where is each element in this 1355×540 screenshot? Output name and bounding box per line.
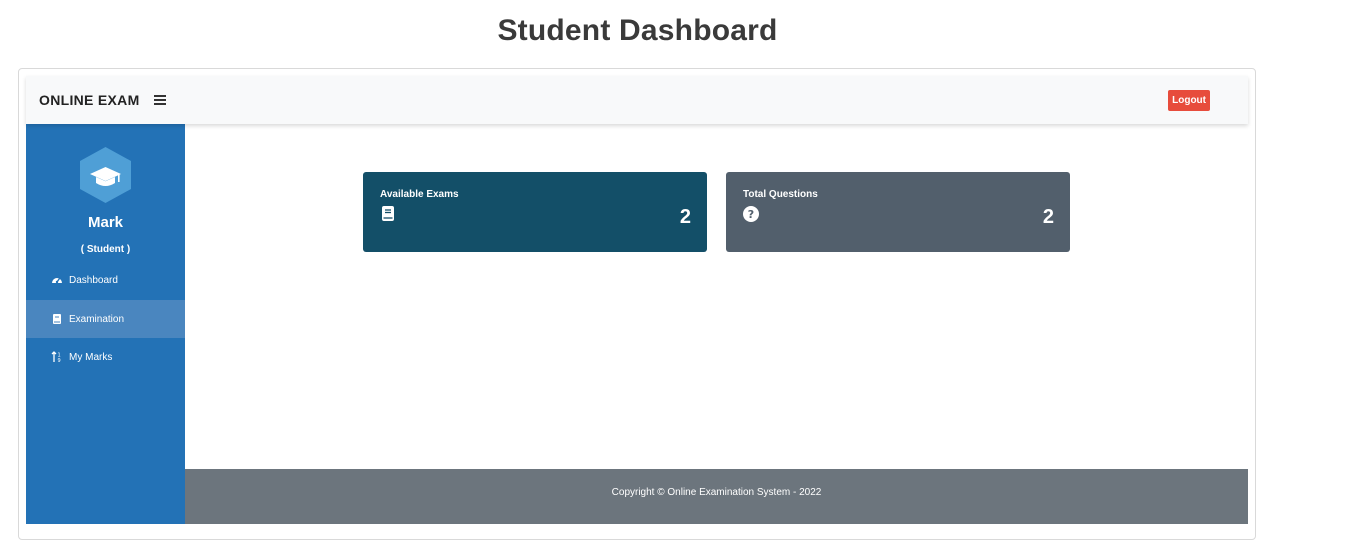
book-icon — [382, 206, 394, 221]
book-icon — [51, 313, 63, 325]
graduation-cap-icon — [80, 147, 131, 203]
total-questions-card[interactable]: Total Questions ? 2 — [726, 172, 1070, 252]
tachometer-icon — [51, 274, 63, 286]
question-circle-icon: ? — [743, 206, 759, 222]
logout-button[interactable]: Logout — [1168, 90, 1210, 111]
sidebar-item-examination[interactable]: Examination — [26, 300, 185, 338]
card-title: Total Questions — [743, 189, 818, 200]
card-title: Available Exams — [380, 189, 459, 200]
card-value: 2 — [679, 206, 691, 228]
top-navbar: ONLINE EXAM Logout — [26, 76, 1248, 124]
hamburger-icon[interactable] — [153, 95, 166, 105]
sidebar-item-label: Examination — [69, 313, 125, 325]
user-name: Mark — [87, 214, 124, 231]
svg-text:9: 9 — [58, 358, 61, 363]
available-exams-card[interactable]: Available Exams 2 — [363, 172, 707, 252]
card-value: 2 — [1042, 206, 1054, 228]
user-role: ( Student ) — [80, 244, 131, 255]
sidebar-item-my-marks[interactable]: 19 My Marks — [26, 338, 185, 376]
sort-numeric-icon: 19 — [51, 351, 63, 363]
svg-text:?: ? — [748, 208, 754, 221]
brand-logo[interactable]: ONLINE EXAM — [39, 92, 140, 108]
sidebar-item-label: Dashboard — [69, 274, 118, 286]
sidebar: Mark ( Student ) Dashboard Examination 1… — [26, 124, 185, 524]
copyright-text: Copyright © Online Examination System - … — [611, 487, 822, 498]
sidebar-item-dashboard[interactable]: Dashboard — [26, 261, 185, 299]
sidebar-item-label: My Marks — [69, 351, 113, 363]
page-title: Student Dashboard — [497, 14, 778, 47]
footer: Copyright © Online Examination System - … — [185, 469, 1248, 524]
